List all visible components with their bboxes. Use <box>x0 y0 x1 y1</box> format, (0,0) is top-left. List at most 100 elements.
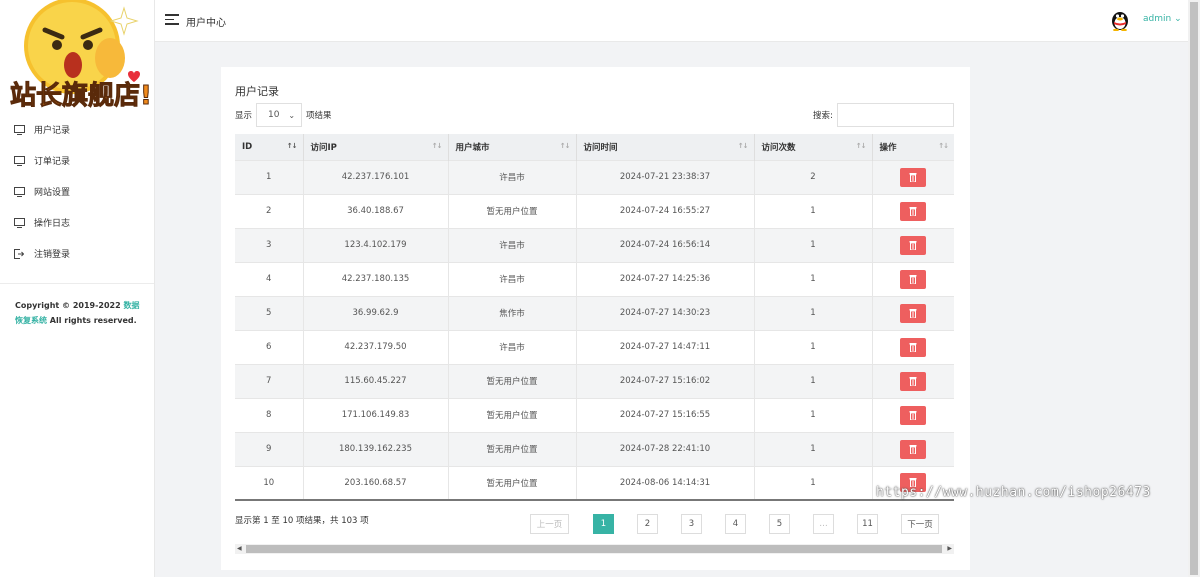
sidebar-item-label: 网站设置 <box>34 188 71 198</box>
page-scrollbar[interactable] <box>1188 0 1200 577</box>
page-button[interactable]: 4 <box>725 514 746 534</box>
page-button[interactable]: 5 <box>769 514 790 534</box>
table-cell: 暂无用户位置 <box>448 397 577 432</box>
next-page-button[interactable]: 下一页 <box>901 514 939 534</box>
penguin-icon <box>1112 12 1128 32</box>
table-cell: 2 <box>235 193 304 228</box>
table-cell: 1 <box>754 227 873 262</box>
page-title: 用户中心 <box>186 18 226 29</box>
panel-title: 用户记录 <box>235 85 279 98</box>
delete-button[interactable] <box>900 371 927 391</box>
scroll-left-icon[interactable]: ◀ <box>237 545 242 552</box>
action-cell <box>872 261 954 296</box>
pagination: 上一页 1 2 3 4 5 … 11 下一页 <box>530 514 939 534</box>
page-button[interactable]: 11 <box>857 514 878 534</box>
page-length-select[interactable]: 10 ⌄ <box>256 103 303 127</box>
column-label: 用户城市 <box>455 142 490 153</box>
monitor-icon <box>13 124 25 136</box>
length-suffix: 项结果 <box>306 111 332 121</box>
sidebar-item-label: 操作日志 <box>34 219 71 229</box>
action-cell <box>872 159 954 194</box>
table-cell: 2024-07-27 14:30:23 <box>576 295 755 330</box>
column-header-count[interactable]: 访问次数 ↑↓ <box>754 134 873 160</box>
scroll-right-icon[interactable]: ▶ <box>947 545 952 552</box>
page-ellipsis: … <box>813 514 834 534</box>
records-panel: 用户记录 显示 10 ⌄ 项结果 搜索: ID ↑↓ 访问IP ↑↓ 用户城市 ↑↓ 访… <box>221 67 970 570</box>
search: 搜索: <box>813 103 954 127</box>
table-cell: 2 <box>754 159 873 194</box>
delete-button[interactable] <box>900 337 927 357</box>
table-info: 显示第 1 至 10 项结果，共 103 项 <box>235 516 369 526</box>
sort-icon: ↑↓ <box>737 142 749 150</box>
column-header-action[interactable]: 操作 ↑↓ <box>872 134 954 160</box>
monitor-icon <box>13 217 25 229</box>
table-cell: 2024-07-27 14:47:11 <box>576 329 755 364</box>
prev-page-button[interactable]: 上一页 <box>530 514 569 534</box>
sidebar-item-operation-log[interactable]: 操作日志 <box>0 207 154 238</box>
chevron-down-icon: ⌄ <box>288 110 296 120</box>
table-row: 7 115.60.45.227 暂无用户位置 2024-07-27 15:16:02 1 <box>235 363 954 398</box>
sidebar-item-label: 注销登录 <box>34 250 71 260</box>
table-cell: 许昌市 <box>448 159 577 194</box>
delete-button[interactable] <box>900 167 927 187</box>
table-cell: 暂无用户位置 <box>448 465 577 501</box>
sidebar-item-label: 用户记录 <box>34 126 71 136</box>
copyright-prefix: Copyright © 2019-2022 <box>15 301 124 310</box>
records-table: ID ↑↓ 访问IP ↑↓ 用户城市 ↑↓ 访问时间 ↑↓ 访问次数 ↑↓ 操作 ↑↓ 14… <box>235 134 954 501</box>
sidebar-item-order-records[interactable]: 订单记录 <box>0 145 154 176</box>
table-cell: 许昌市 <box>448 261 577 296</box>
action-cell <box>872 329 954 364</box>
table-cell: 8 <box>235 397 304 432</box>
table-cell: 180.139.162.235 <box>303 431 449 466</box>
sidebar: 站长旗舰店! 用户记录 订单记录 网站设置 操作日志 注销登录 Copyrigh… <box>0 0 155 577</box>
delete-button[interactable] <box>900 201 927 221</box>
table-cell: 42.237.180.135 <box>303 261 449 296</box>
table-row: 2 36.40.188.67 暂无用户位置 2024-07-24 16:55:27 1 <box>235 193 954 228</box>
sort-icon: ↑↓ <box>938 142 949 150</box>
delete-button[interactable] <box>900 303 927 323</box>
menu-toggle-icon[interactable] <box>165 14 179 26</box>
sidebar-item-logout[interactable]: 注销登录 <box>0 238 154 269</box>
table-cell: 6 <box>235 329 304 364</box>
scrollbar-thumb[interactable] <box>1190 2 1198 575</box>
table-cell: 9 <box>235 431 304 466</box>
delete-button[interactable] <box>900 269 927 289</box>
column-header-city[interactable]: 用户城市 ↑↓ <box>448 134 577 160</box>
table-cell: 5 <box>235 295 304 330</box>
table-cell: 暂无用户位置 <box>448 431 577 466</box>
column-label: ID <box>242 141 253 152</box>
sidebar-item-site-settings[interactable]: 网站设置 <box>0 176 154 207</box>
page-button[interactable]: 3 <box>681 514 702 534</box>
column-header-time[interactable]: 访问时间 ↑↓ <box>576 134 755 160</box>
sidebar-item-user-records[interactable]: 用户记录 <box>0 114 154 145</box>
delete-button[interactable] <box>900 235 927 255</box>
watermark: https://www.huzhan.com/ishop26473 <box>876 485 1151 500</box>
column-header-ip[interactable]: 访问IP ↑↓ <box>303 134 449 160</box>
page-button[interactable]: 2 <box>637 514 658 534</box>
column-header-id[interactable]: ID ↑↓ <box>235 134 304 160</box>
avatar[interactable] <box>1110 9 1130 32</box>
user-menu[interactable]: admin ⌄ <box>1143 14 1182 24</box>
table-cell: 1 <box>754 363 873 398</box>
delete-button[interactable] <box>900 405 927 425</box>
action-cell <box>872 397 954 432</box>
search-input[interactable] <box>836 103 954 127</box>
page-button[interactable]: 1 <box>593 514 614 534</box>
delete-button[interactable] <box>900 439 927 459</box>
trash-icon <box>909 376 917 386</box>
logo: 站长旗舰店! <box>10 0 155 112</box>
trash-icon <box>909 274 917 284</box>
table-row: 8 171.106.149.83 暂无用户位置 2024-07-27 15:16:55… <box>235 397 954 432</box>
table-cell: 115.60.45.227 <box>303 363 449 398</box>
length-prefix: 显示 <box>235 111 253 121</box>
trash-icon <box>909 172 917 182</box>
sort-icon: ↑↓ <box>431 142 443 150</box>
table-body: 1 42.237.176.101 许昌市 2024-07-21 23:38:37 2 2 3… <box>235 159 954 501</box>
table-cell: 2024-07-27 15:16:02 <box>576 363 755 398</box>
table-cell: 1 <box>754 193 873 228</box>
table-scrollbar[interactable]: ◀ ▶ <box>235 544 954 554</box>
table-cell: 许昌市 <box>448 329 577 364</box>
scrollbar-thumb[interactable] <box>246 545 942 553</box>
table-cell: 1 <box>754 397 873 432</box>
logout-icon <box>13 248 25 260</box>
